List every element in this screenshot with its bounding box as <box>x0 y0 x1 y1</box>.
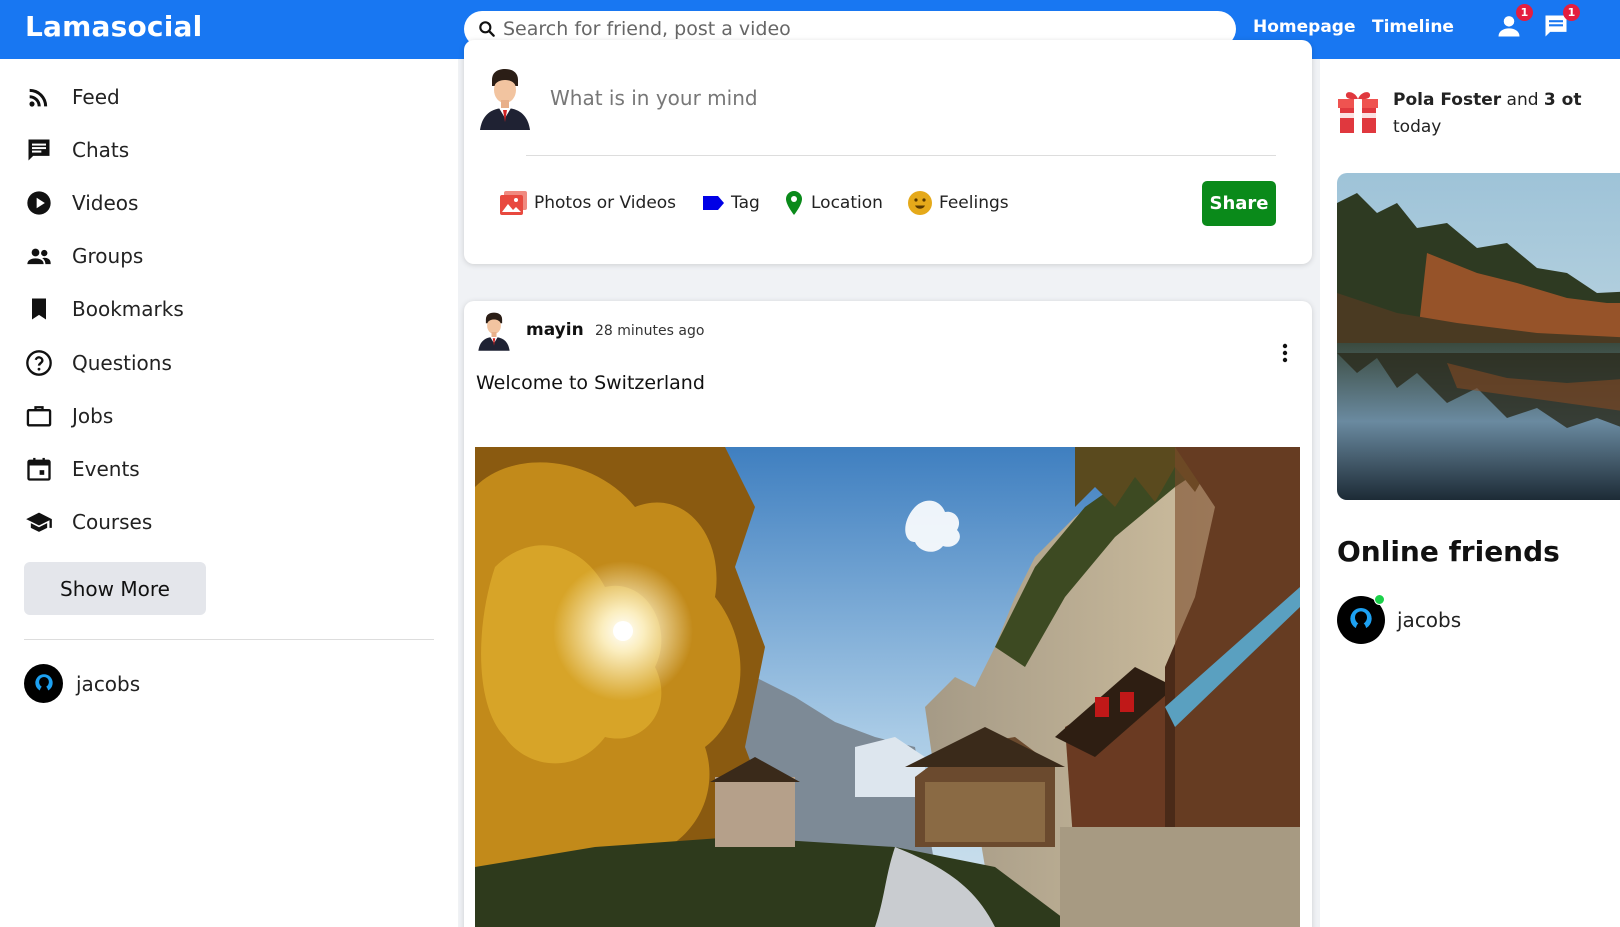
post-image[interactable] <box>475 447 1300 927</box>
sidebar-item-label: Feed <box>72 85 120 109</box>
photos-videos-option[interactable]: Photos or Videos <box>499 190 676 216</box>
friend-name: jacobs <box>76 671 141 696</box>
user-silhouette-icon <box>1350 608 1372 631</box>
share-button[interactable]: Share <box>1202 181 1276 226</box>
app-logo[interactable]: Lamasocial <box>25 10 202 43</box>
help-circle-icon <box>26 350 52 376</box>
post-text-input[interactable] <box>550 86 1250 110</box>
sidebar-item-courses[interactable]: Courses <box>25 507 152 537</box>
sidebar-item-label: Events <box>72 457 140 481</box>
avatar <box>24 664 63 703</box>
right-sidebar: Pola Foster and 3 ot today Online friend… <box>1320 59 1620 927</box>
show-more-button[interactable]: Show More <box>24 562 206 615</box>
sidebar-item-groups[interactable]: Groups <box>25 241 143 271</box>
birthday-text: Pola Foster and 3 ot today <box>1393 87 1581 141</box>
messages-button[interactable]: 1 <box>1542 4 1580 42</box>
notification-badge: 1 <box>1516 4 1533 21</box>
profile-avatar[interactable] <box>478 68 532 132</box>
location-pin-icon <box>786 191 802 215</box>
sidebar-item-label: Groups <box>72 244 144 268</box>
birthday-notice: Pola Foster and 3 ot today <box>1337 87 1581 141</box>
sidebar-divider <box>24 639 434 640</box>
birthday-name[interactable]: Pola Foster <box>1393 90 1501 110</box>
sidebar-item-chats[interactable]: Chats <box>25 135 129 165</box>
rss-feed-icon <box>29 88 48 107</box>
more-vert-icon[interactable] <box>1273 341 1297 365</box>
gift-icon <box>1338 92 1378 133</box>
school-icon <box>26 512 52 532</box>
label-icon <box>703 196 724 210</box>
ad-image[interactable] <box>1337 173 1620 500</box>
user-silhouette-icon <box>34 673 53 693</box>
chat-icon <box>28 139 50 161</box>
emoji-icon <box>908 191 932 215</box>
sidebar-item-label: Questions <box>72 351 172 375</box>
homepage-link[interactable]: Homepage <box>1253 17 1356 37</box>
option-label: Tag <box>731 193 760 213</box>
post-username[interactable]: mayin <box>526 320 584 340</box>
sidebar-item-feed[interactable]: Feed <box>25 82 120 112</box>
sidebar-item-label: Jobs <box>72 404 114 428</box>
search-icon <box>479 21 495 37</box>
sidebar-item-events[interactable]: Events <box>25 454 140 484</box>
sidebar-item-videos[interactable]: Videos <box>25 188 138 218</box>
feelings-option[interactable]: Feelings <box>907 190 1009 216</box>
birthday-others: 3 ot <box>1543 90 1582 110</box>
share-divider <box>526 155 1276 156</box>
sidebar-item-bookmarks[interactable]: Bookmarks <box>25 294 184 324</box>
online-friend[interactable]: jacobs <box>1337 594 1462 644</box>
play-circle-icon <box>27 191 51 215</box>
friend-name: jacobs <box>1397 608 1462 632</box>
notification-badge: 1 <box>1563 4 1580 21</box>
option-label: Photos or Videos <box>534 193 677 213</box>
location-option[interactable]: Location <box>783 190 883 216</box>
post-timestamp: 28 minutes ago <box>595 323 705 339</box>
sidebar-friend[interactable]: jacobs <box>24 664 140 703</box>
sidebar-item-label: Videos <box>72 191 139 215</box>
tag-option[interactable]: Tag <box>701 190 760 216</box>
online-friends-title: Online friends <box>1337 535 1560 568</box>
left-sidebar: Feed Chats Videos Groups Bookmarks Quest… <box>0 59 458 927</box>
group-icon <box>27 248 51 265</box>
search-input[interactable] <box>503 18 1203 40</box>
sidebar-item-label: Courses <box>72 510 153 534</box>
bookmark-icon <box>32 298 46 320</box>
post-text: Welcome to Switzerland <box>476 372 705 394</box>
timeline-link[interactable]: Timeline <box>1372 17 1454 37</box>
photo-icon <box>500 191 527 215</box>
sidebar-item-label: Chats <box>72 138 130 162</box>
sidebar-item-questions[interactable]: Questions <box>25 348 172 378</box>
avatar <box>1337 594 1385 644</box>
sidebar-item-label: Bookmarks <box>72 297 184 321</box>
birthday-suffix: today <box>1393 117 1442 137</box>
sidebar-item-jobs[interactable]: Jobs <box>25 401 113 431</box>
calendar-icon <box>27 457 51 481</box>
friend-requests-button[interactable]: 1 <box>1495 4 1533 42</box>
post-card: mayin 28 minutes ago Welcome to Switzerl… <box>464 301 1312 927</box>
option-label: Location <box>811 193 883 213</box>
briefcase-icon <box>26 406 52 427</box>
share-card: Photos or Videos Tag Location Feelings S… <box>464 40 1312 264</box>
switzerland-village-image <box>475 447 1300 927</box>
post-author-avatar[interactable] <box>476 312 512 352</box>
online-status-dot <box>1374 594 1385 605</box>
lake-forest-image <box>1337 173 1620 500</box>
option-label: Feelings <box>939 193 1009 213</box>
birthday-connector: and <box>1506 90 1539 110</box>
